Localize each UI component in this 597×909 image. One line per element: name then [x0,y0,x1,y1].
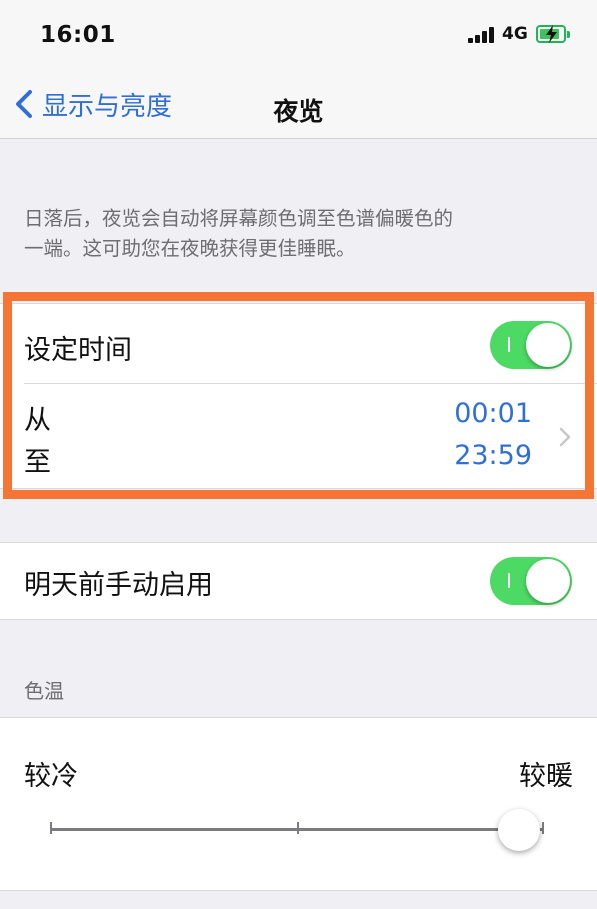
navigation-bar: 显示与亮度 夜览 [0,70,597,139]
toggle-knob [526,323,570,367]
manual-enable-group: 明天前手动启用 [0,542,597,620]
manual-enable-label: 明天前手动启用 [24,570,213,601]
description-line: 一端。这可助您在夜晚获得更佳睡眠。 [24,237,356,260]
slider-tick-start [50,822,52,834]
scheduled-label: 设定时间 [24,335,132,366]
network-type: 4G [502,24,528,44]
to-label: 至 [24,447,51,478]
status-bar: 16:01 4G [0,0,597,70]
charging-bolt-icon [546,25,557,43]
manual-enable-toggle[interactable] [490,557,572,605]
toggle-on-mark [508,337,510,352]
from-time[interactable]: 00:01 [412,398,532,429]
color-temperature-header: 色温 [24,679,64,703]
slider-tick-end [542,822,544,834]
color-temperature-group: 较冷 较暖 [0,717,597,891]
page-title: 夜览 [273,97,324,126]
battery-cap [567,31,570,38]
night-shift-description: 日落后，夜览会自动将屏幕颜色调至色谱偏暖色的 一端。这可助您在夜晚获得更佳睡眠。 [24,204,574,264]
to-time[interactable]: 23:59 [412,440,532,471]
scheduled-toggle[interactable] [490,321,572,369]
slider-tick-middle [297,822,299,834]
chevron-right-icon[interactable] [558,426,572,448]
color-temperature-slider-thumb[interactable] [498,809,540,851]
toggle-on-mark [508,573,510,588]
night-shift-settings-page: 16:01 4G 显示与亮度 夜览 日落后，夜览会自动将屏幕颜色调至色谱偏暖色的… [0,0,597,909]
more-warm-label: 较暖 [519,761,573,792]
description-line: 日落后，夜览会自动将屏幕颜色调至色谱偏暖色的 [24,207,454,230]
separator [24,383,597,384]
from-label: 从 [24,405,51,436]
less-warm-label: 较冷 [24,761,78,792]
cellular-signal-icon [468,27,498,43]
status-time: 16:01 [40,22,116,48]
battery-icon [536,25,566,43]
schedule-group: 设定时间 从 至 00:01 23:59 [0,303,597,489]
toggle-knob [526,559,570,603]
